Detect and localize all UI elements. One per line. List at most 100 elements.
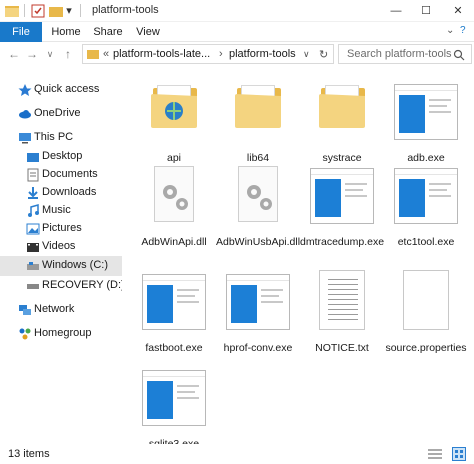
ribbon: File Home Share View ⌄ ?	[0, 22, 474, 122]
address-dropdown-icon[interactable]: ∨	[303, 49, 310, 60]
file-name: NOTICE.txt	[315, 342, 369, 354]
application-icon	[394, 84, 458, 140]
title-bar: ▾ platform-tools — ☐ ✕	[0, 0, 474, 22]
drive-icon	[27, 262, 39, 270]
sidebar-item-label: RECOVERY (D:)	[42, 279, 125, 291]
details-view-icon[interactable]	[428, 448, 442, 460]
file-item[interactable]: fastboot.exe	[132, 260, 216, 360]
tab-home[interactable]: Home	[48, 22, 84, 42]
file-item[interactable]: AdbWinApi.dll	[132, 154, 216, 254]
search-input[interactable]: Search platform-tools	[347, 48, 452, 60]
music-icon	[28, 204, 39, 217]
downloads-icon	[28, 187, 38, 199]
file-item[interactable]: AdbWinUsbApi.dll	[216, 154, 300, 254]
documents-icon	[27, 168, 39, 182]
file-name: AdbWinUsbApi.dll	[216, 236, 301, 248]
sidebar-item-videos[interactable]: Videos	[0, 237, 122, 257]
application-icon	[310, 168, 374, 224]
folder-icon	[87, 50, 99, 59]
breadcrumb-separator: ›	[219, 48, 223, 60]
sidebar-item-downloads[interactable]: Downloads	[0, 183, 122, 203]
sidebar-item-label: Videos	[42, 240, 76, 252]
network-icon	[19, 305, 31, 315]
help-icon[interactable]: ?	[460, 25, 466, 36]
file-item[interactable]: dmtracedump.exe	[300, 154, 384, 254]
customize-toolbar-icon[interactable]: ▾	[62, 2, 76, 20]
homegroup-icon	[19, 328, 31, 340]
sidebar-item-label: Quick access	[34, 83, 100, 95]
sidebar-item-recovery-d[interactable]: RECOVERY (D:)	[0, 276, 125, 296]
cloud-icon	[19, 110, 31, 119]
file-name: etc1tool.exe	[397, 236, 455, 248]
tab-view[interactable]: View	[132, 22, 164, 42]
sidebar-item-documents[interactable]: Documents	[0, 165, 122, 185]
file-name: source.properties	[385, 342, 467, 354]
drive-icon	[27, 284, 39, 289]
navigation-pane: Quick access OneDrive This PC Desktop Do…	[0, 66, 125, 444]
up-icon[interactable]: ↑	[60, 46, 76, 62]
sidebar-item-label: Documents	[42, 168, 98, 180]
sidebar-item-label: Homegroup	[34, 327, 92, 339]
sidebar-item-windows-c[interactable]: Windows (C:)	[0, 256, 122, 276]
application-icon	[394, 168, 458, 224]
file-item[interactable]: source.properties	[384, 260, 468, 360]
computer-icon	[19, 133, 31, 144]
dll-gears-icon	[150, 166, 198, 224]
file-item[interactable]: NOTICE.txt	[300, 260, 384, 360]
sidebar-item-label: Desktop	[42, 150, 83, 162]
sidebar-item-label: Pictures	[42, 222, 82, 234]
recent-locations-icon[interactable]: ∨	[42, 46, 58, 62]
separator	[80, 4, 81, 17]
sidebar-item-label: Windows (C:)	[42, 259, 109, 271]
tab-share[interactable]: Share	[90, 22, 126, 42]
properties-icon[interactable]	[30, 3, 46, 19]
folder-icon	[317, 84, 367, 128]
breadcrumb-item[interactable]: platform-tools	[229, 48, 296, 60]
file-list: api lib64 systrace adb.exe AdbWinApi.dll	[122, 66, 474, 450]
separator	[24, 4, 25, 17]
file-name: hprof-conv.exe	[223, 342, 293, 354]
sidebar-item-label: OneDrive	[34, 107, 81, 119]
application-icon	[226, 274, 290, 330]
back-icon[interactable]: ←	[6, 46, 22, 62]
file-item[interactable]: sqlite3.exe	[132, 356, 216, 456]
search-icon	[453, 49, 465, 61]
forward-icon[interactable]: →	[24, 46, 40, 62]
sidebar-item-this-pc[interactable]: This PC	[0, 128, 122, 148]
file-item[interactable]: hprof-conv.exe	[216, 260, 300, 360]
search-box[interactable]: Search platform-tools	[338, 44, 472, 64]
file-item[interactable]: etc1tool.exe	[384, 154, 468, 254]
sidebar-item-pictures[interactable]: Pictures	[0, 219, 122, 239]
dll-gears-icon	[234, 166, 282, 224]
sidebar-item-network[interactable]: Network	[0, 300, 122, 320]
sidebar-item-homegroup[interactable]: Homegroup	[0, 324, 122, 344]
breadcrumb-overflow[interactable]: «	[103, 48, 109, 60]
sidebar-item-onedrive[interactable]: OneDrive	[0, 104, 122, 124]
sidebar-item-quick-access[interactable]: Quick access	[0, 80, 122, 100]
folder-icon	[233, 84, 283, 128]
file-name: AdbWinApi.dll	[141, 236, 207, 248]
file-name: fastboot.exe	[145, 342, 203, 354]
close-icon[interactable]: ✕	[446, 2, 470, 20]
text-document-icon	[319, 270, 365, 330]
breadcrumb-item[interactable]: platform-tools-late...	[113, 48, 210, 60]
sidebar-item-music[interactable]: Music	[0, 201, 122, 221]
expand-ribbon-icon[interactable]: ⌄	[446, 25, 454, 36]
maximize-icon[interactable]: ☐	[414, 2, 438, 20]
sidebar-item-desktop[interactable]: Desktop	[0, 147, 122, 167]
large-icons-view-icon[interactable]	[452, 447, 466, 461]
address-bar[interactable]: « platform-tools-late... › platform-tool…	[82, 44, 334, 64]
blank-file-icon	[403, 270, 449, 330]
file-name: dmtracedump.exe	[300, 236, 385, 248]
status-bar: 13 items	[0, 444, 474, 464]
videos-icon	[27, 243, 39, 252]
folder-icon	[149, 84, 199, 128]
desktop-icon	[27, 153, 39, 162]
minimize-icon[interactable]: —	[384, 2, 408, 20]
item-count: 13 items	[8, 448, 50, 460]
folder-icon	[5, 6, 19, 17]
refresh-icon[interactable]: ↻	[319, 48, 328, 61]
sidebar-item-label: Music	[42, 204, 71, 216]
navigation-bar: ← → ∨ ↑ « platform-tools-late... › platf…	[0, 42, 474, 66]
sidebar-item-label: Network	[34, 303, 75, 315]
